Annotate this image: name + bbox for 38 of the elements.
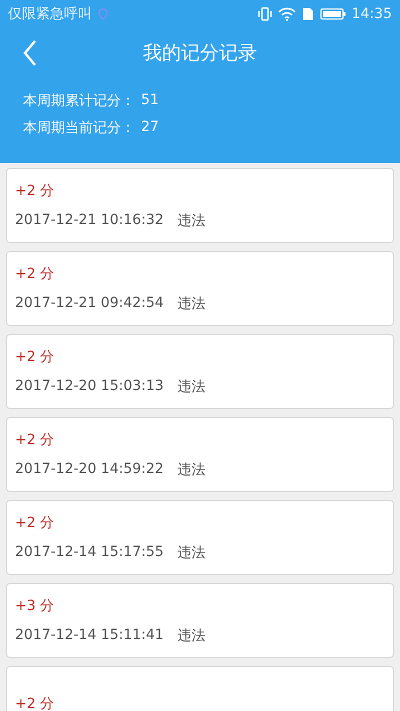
summary-value: 27 [141, 119, 159, 137]
record-card[interactable]: +2 分 2017-12-20 14:59:22 违法 [6, 417, 394, 492]
summary-value: 51 [141, 92, 159, 110]
clock-text: 14:35 [352, 6, 392, 22]
wifi-icon [278, 7, 296, 21]
record-card[interactable]: +2 分 2017-12-21 09:42:54 违法 [6, 251, 394, 326]
record-time: 2017-12-14 15:17:55 [15, 544, 164, 562]
points-text: +2 分 [15, 182, 56, 200]
record-card[interactable]: +2 分 2017-12-21 10:16:32 违法 [6, 168, 394, 243]
points-text: +2 分 [15, 694, 56, 711]
points-text: +2 分 [15, 430, 56, 448]
record-card[interactable]: +2 分 2017-12-14 15:17:55 违法 [6, 500, 394, 575]
record-card[interactable]: +2 分 [6, 666, 394, 711]
points-text: +2 分 [15, 348, 56, 366]
points-text: +3 分 [15, 596, 56, 614]
sim-icon [302, 7, 314, 21]
points-text: +2 分 [15, 264, 56, 282]
record-time: 2017-12-21 09:42:54 [15, 294, 164, 312]
record-reason: 违法 [178, 626, 206, 644]
record-card[interactable]: +2 分 2017-12-20 15:03:13 违法 [6, 334, 394, 409]
record-time: 2017-12-14 15:11:41 [15, 626, 164, 644]
vibrate-icon [258, 7, 272, 21]
record-reason: 违法 [178, 294, 206, 312]
location-icon [98, 8, 108, 20]
summary-label: 本周期当前记分： [23, 119, 135, 137]
summary-label: 本周期累计记分： [23, 92, 135, 110]
record-reason: 违法 [178, 212, 206, 230]
points-text: +2 分 [15, 514, 56, 532]
page-title: 我的记分记录 [143, 41, 257, 66]
battery-icon [320, 8, 346, 20]
record-time: 2017-12-20 15:03:13 [15, 378, 164, 396]
record-reason: 违法 [178, 378, 206, 396]
record-reason: 违法 [178, 544, 206, 562]
record-time: 2017-12-21 10:16:32 [15, 212, 164, 230]
record-reason: 违法 [178, 460, 206, 478]
carrier-text: 仅限紧急呼叫 [8, 5, 92, 23]
record-time: 2017-12-20 14:59:22 [15, 460, 164, 478]
record-card[interactable]: +3 分 2017-12-14 15:11:41 违法 [6, 583, 394, 658]
